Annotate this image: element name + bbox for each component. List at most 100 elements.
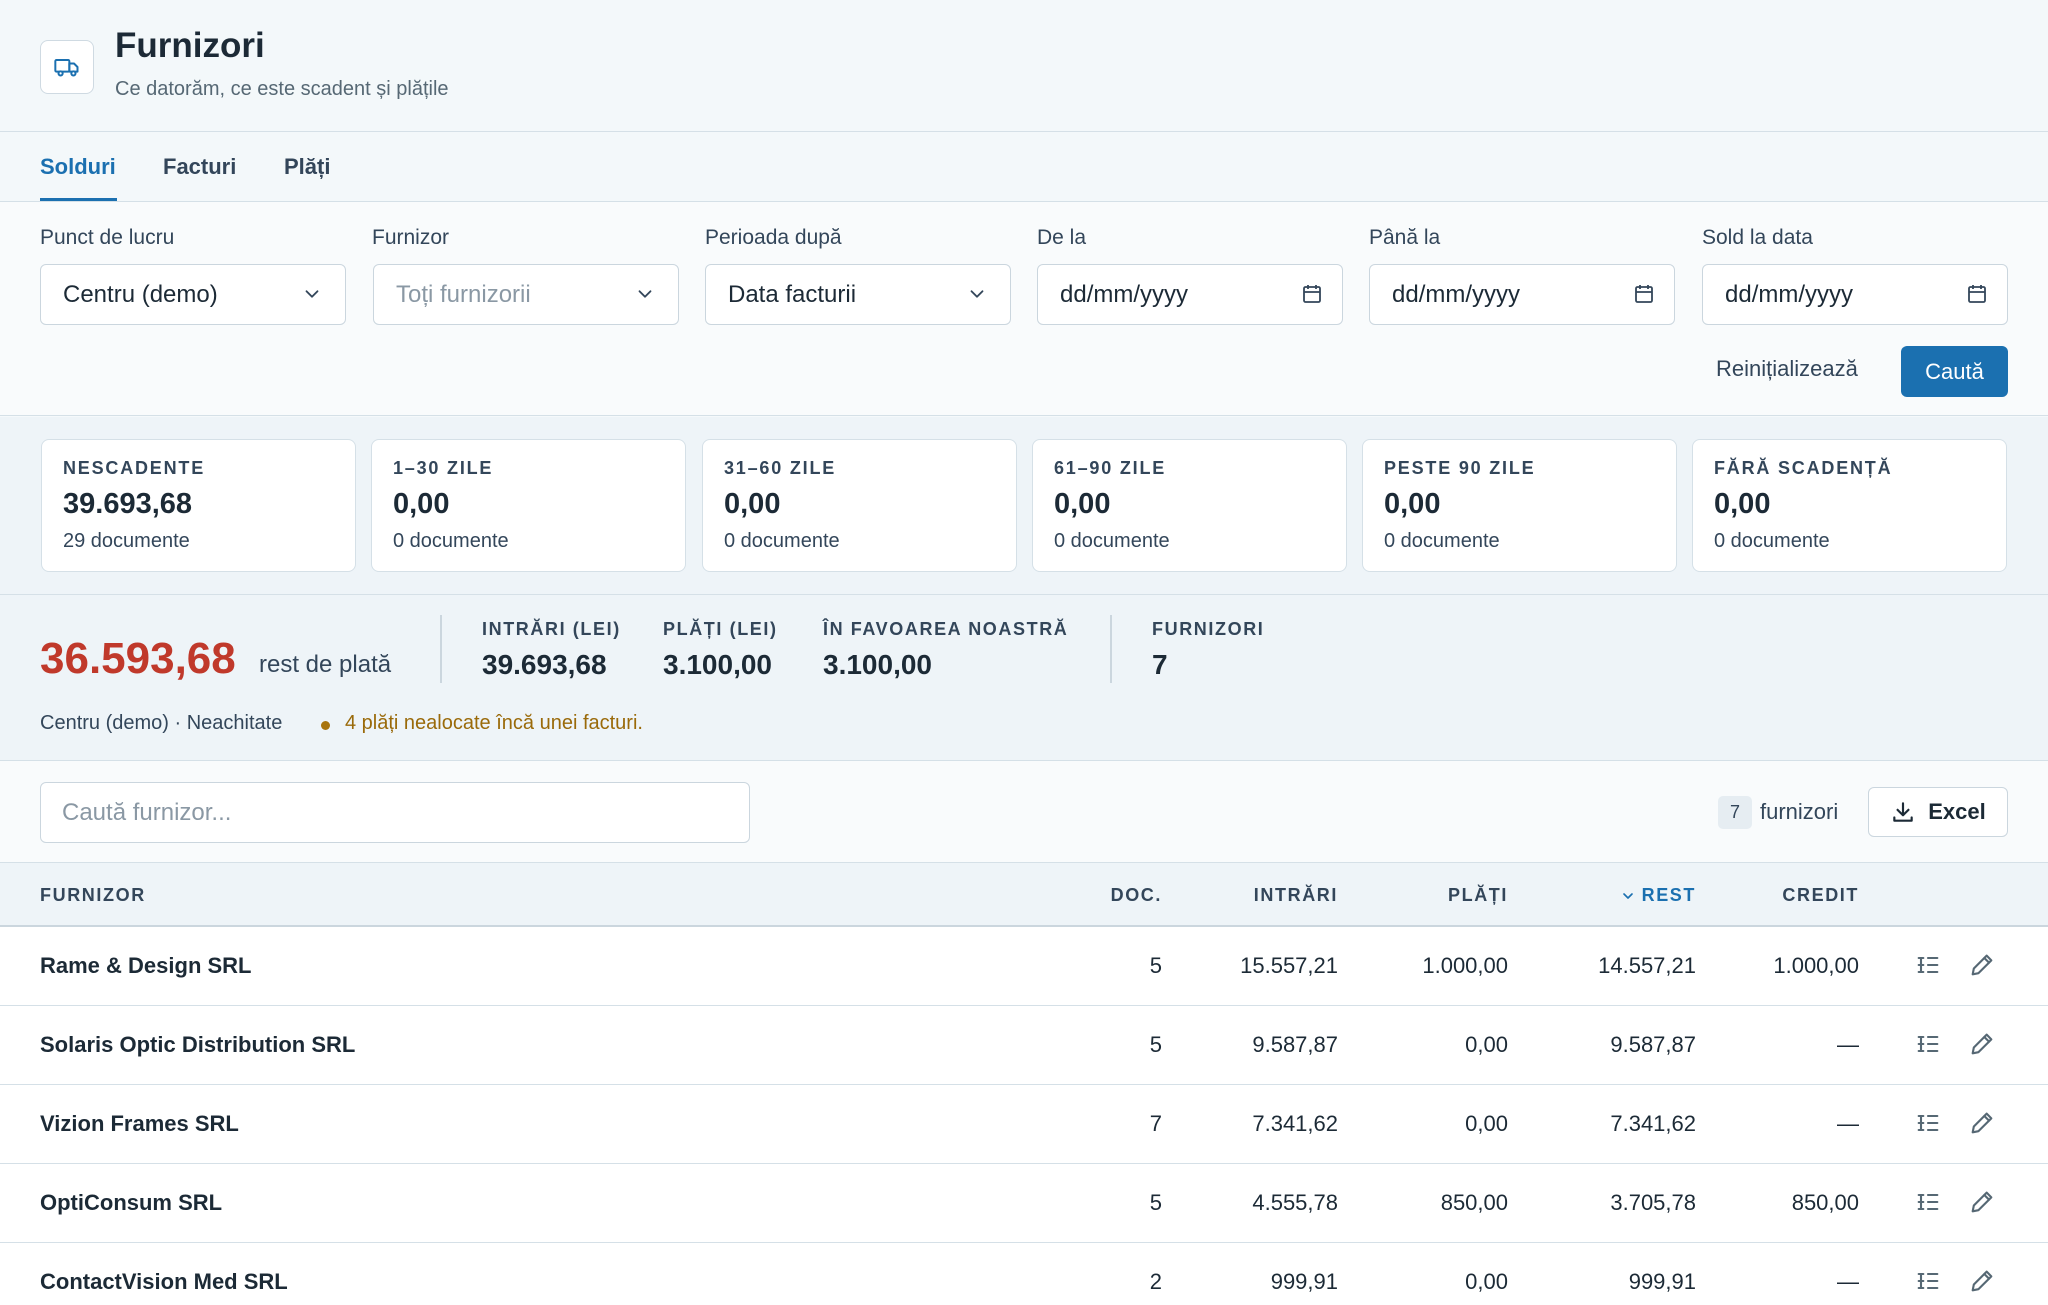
tab-bar: Solduri Facturi Plăți [0, 132, 2048, 202]
supplier-name[interactable]: OptiConsum SRL [40, 1190, 222, 1216]
truck-icon [40, 40, 94, 94]
col-plati[interactable]: PLĂȚI [1448, 885, 1508, 906]
punct-select-value: Centru (demo) [63, 280, 218, 308]
calendar-icon[interactable] [1965, 282, 1989, 306]
col-furnizor[interactable]: FURNIZOR [40, 885, 146, 906]
unallocated-payments-warning[interactable]: 4 plăți nealocate încă unei facturi. [345, 712, 643, 735]
plati-cell: 850,00 [1440, 1190, 1508, 1215]
page-title: Furnizori [115, 26, 265, 65]
divider [1110, 615, 1112, 683]
supplier-search-input[interactable] [40, 782, 750, 843]
calendar-icon[interactable] [1632, 282, 1656, 306]
details-list-icon[interactable] [1914, 1109, 1942, 1137]
filter-context: Centru (demo) · Neachitate [40, 712, 283, 734]
excel-label: Excel [1928, 799, 1986, 824]
edit-pencil-icon[interactable] [1968, 1109, 1996, 1137]
col-credit[interactable]: CREDIT [1782, 885, 1859, 906]
credit-cell: 850,00 [1791, 1190, 1859, 1215]
balance-summary: 36.593,68 rest de plată INTRĂRI (LEI) 39… [0, 595, 2048, 761]
card-docs: 0 documente [1384, 530, 1500, 552]
chevron-down-icon [305, 290, 319, 298]
aging-card-nescadente[interactable]: NESCADENTE 39.693,68 29 documente [41, 439, 356, 572]
download-icon [1893, 802, 1913, 822]
card-value: 0,00 [393, 488, 450, 520]
card-value: 0,00 [1714, 488, 1771, 520]
aging-card-peste-90[interactable]: PESTE 90 ZILE 0,00 0 documente [1362, 439, 1677, 572]
furnizor-select-placeholder: Toți furnizorii [396, 280, 531, 308]
furnizori-value: 7 [1152, 649, 1168, 680]
aging-card-fara-scadenta[interactable]: FĂRĂ SCADENȚĂ 0,00 0 documente [1692, 439, 2007, 572]
chevron-down-icon [638, 290, 652, 298]
filter-panel: Punct de lucru Centru (demo) Furnizor To… [0, 202, 2048, 416]
details-list-icon[interactable] [1914, 951, 1942, 979]
doc-count: 7 [1149, 1111, 1162, 1136]
table-row[interactable]: OptiConsum SRL 5 4.555,78 850,00 3.705,7… [0, 1164, 2048, 1243]
aging-card-61-90[interactable]: 61–90 ZILE 0,00 0 documente [1032, 439, 1347, 572]
details-list-icon[interactable] [1914, 1267, 1942, 1295]
warning-dot-icon [321, 721, 330, 730]
sold-label: Sold la data [1702, 226, 1813, 249]
doc-count: 5 [1149, 1032, 1162, 1057]
perioada-label: Perioada după [705, 226, 842, 249]
chevron-down-icon [970, 290, 984, 298]
card-docs: 29 documente [63, 530, 190, 552]
supplier-name[interactable]: Solaris Optic Distribution SRL [40, 1032, 355, 1058]
table-row[interactable]: Solaris Optic Distribution SRL 5 9.587,8… [0, 1006, 2048, 1085]
punct-select[interactable]: Centru (demo) [40, 264, 346, 325]
col-intrari[interactable]: INTRĂRI [1254, 885, 1338, 906]
supplier-name[interactable]: ContactVision Med SRL [40, 1269, 288, 1295]
edit-pencil-icon[interactable] [1968, 951, 1996, 979]
intrari-cell: 9.587,87 [1252, 1032, 1338, 1057]
sold-date-value: dd/mm/yyyy [1725, 280, 1854, 308]
card-value: 0,00 [1054, 488, 1111, 520]
sold-date-input[interactable]: dd/mm/yyyy [1702, 264, 2008, 325]
aging-card-31-60[interactable]: 31–60 ZILE 0,00 0 documente [702, 439, 1017, 572]
supplier-name[interactable]: Rame & Design SRL [40, 953, 252, 979]
doc-count: 5 [1149, 953, 1162, 978]
card-label: 31–60 ZILE [724, 458, 837, 478]
perioada-select-value: Data facturii [728, 280, 857, 308]
aging-card-1-30[interactable]: 1–30 ZILE 0,00 0 documente [371, 439, 686, 572]
plati-value: 3.100,00 [663, 649, 772, 680]
plati-cell: 0,00 [1465, 1269, 1508, 1294]
edit-pencil-icon[interactable] [1968, 1188, 1996, 1216]
details-list-icon[interactable] [1914, 1030, 1942, 1058]
excel-export-button[interactable]: Excel [1868, 787, 2008, 837]
edit-pencil-icon[interactable] [1968, 1030, 1996, 1058]
rest-cell: 999,91 [1628, 1269, 1696, 1294]
favoare-value: 3.100,00 [823, 649, 932, 680]
de-la-date-input[interactable]: dd/mm/yyyy [1037, 264, 1343, 325]
search-button[interactable]: Caută [1901, 346, 2008, 397]
tab-facturi[interactable]: Facturi [163, 154, 236, 180]
card-label: 1–30 ZILE [393, 458, 494, 478]
perioada-select[interactable]: Data facturii [705, 264, 1011, 325]
furnizor-select[interactable]: Toți furnizorii [373, 264, 679, 325]
tab-plati[interactable]: Plăți [284, 154, 330, 180]
reset-button[interactable]: Reinițializează [1716, 356, 1858, 382]
calendar-icon[interactable] [1300, 282, 1324, 306]
card-docs: 0 documente [1054, 530, 1170, 552]
intrari-label: INTRĂRI (LEI) [482, 619, 621, 639]
punct-label: Punct de lucru [40, 226, 175, 249]
plati-cell: 0,00 [1465, 1032, 1508, 1057]
supplier-name[interactable]: Vizion Frames SRL [40, 1111, 239, 1137]
edit-pencil-icon[interactable] [1968, 1267, 1996, 1295]
doc-count: 2 [1149, 1269, 1162, 1294]
divider [440, 615, 442, 683]
col-doc[interactable]: DOC. [1111, 885, 1162, 906]
col-rest[interactable]: REST [1620, 885, 1696, 906]
active-tab-indicator [40, 198, 117, 201]
card-docs: 0 documente [724, 530, 840, 552]
card-label: PESTE 90 ZILE [1384, 458, 1536, 478]
details-list-icon[interactable] [1914, 1188, 1942, 1216]
table-row[interactable]: Rame & Design SRL 5 15.557,21 1.000,00 1… [0, 927, 2048, 1006]
col-rest-label: REST [1641, 885, 1696, 905]
tab-solduri[interactable]: Solduri [40, 154, 116, 180]
table-row[interactable]: ContactVision Med SRL 2 999,91 0,00 999,… [0, 1243, 2048, 1305]
intrari-cell: 15.557,21 [1240, 953, 1338, 978]
table-row[interactable]: Vizion Frames SRL 7 7.341,62 0,00 7.341,… [0, 1085, 2048, 1164]
table-toolbar: 7 furnizori Excel [0, 761, 2048, 863]
supplier-table-body: Rame & Design SRL 5 15.557,21 1.000,00 1… [0, 927, 2048, 1305]
pana-la-date-input[interactable]: dd/mm/yyyy [1369, 264, 1675, 325]
pana-la-label: Până la [1369, 226, 1441, 249]
